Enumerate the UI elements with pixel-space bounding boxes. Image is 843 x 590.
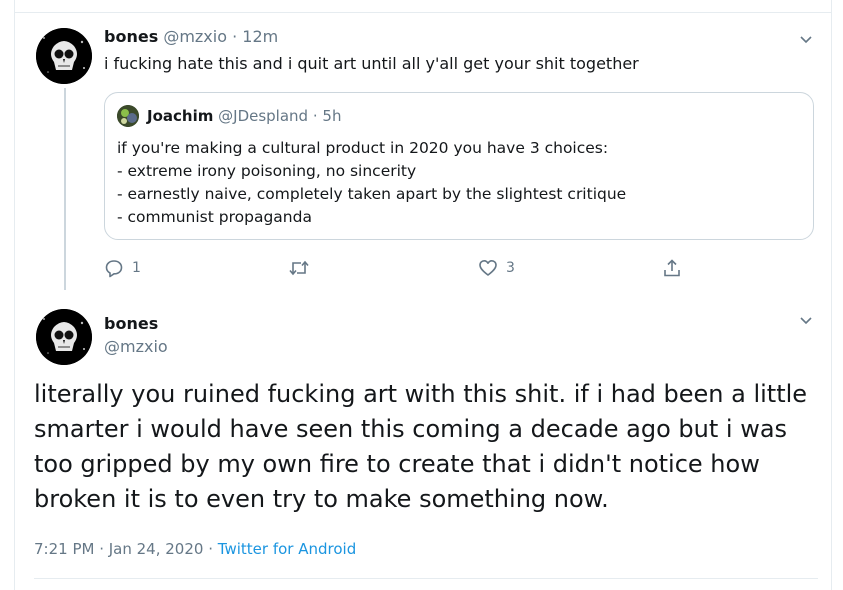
share-icon — [664, 259, 680, 277]
quoted-line: if you're making a cultural product in 2… — [117, 139, 609, 157]
quoted-line: - communist propaganda — [117, 208, 312, 226]
quoted-line: - extreme irony poisoning, no sincerity — [117, 162, 417, 180]
author-handle[interactable]: @mzxio — [104, 337, 168, 356]
separator: · — [232, 27, 238, 46]
author-name[interactable]: bones — [104, 314, 158, 333]
tweet-header: bones @mzxio · 12m — [104, 27, 278, 46]
skull-avatar-icon[interactable] — [36, 28, 92, 84]
chevron-down-icon[interactable] — [799, 32, 813, 46]
retweet-button[interactable] — [288, 258, 318, 278]
tweet-line: too gripped by my own fire to create tha… — [34, 450, 760, 478]
tweet-text: i fucking hate this and i quit art until… — [104, 54, 639, 73]
tweet-line: smarter i would have seen this coming a … — [34, 415, 788, 443]
retweet-icon — [289, 260, 309, 276]
heart-icon — [479, 260, 497, 276]
chevron-down-icon[interactable] — [799, 313, 813, 327]
quoted-author-handle: @JDespland — [218, 107, 309, 125]
like-count: 3 — [506, 260, 515, 276]
quoted-tweet[interactable]: Joachim @JDespland · 5h if you're making… — [104, 92, 814, 240]
like-button[interactable]: 3 — [478, 258, 515, 278]
quoted-line: - earnestly naive, completely taken apar… — [117, 185, 627, 203]
tweet-line: broken it is to even try to make somethi… — [34, 485, 609, 513]
tweet-line: literally you ruined fucking art with th… — [34, 380, 808, 408]
quoted-tweet-header: Joachim @JDespland · 5h — [147, 107, 341, 125]
tweet-source-link[interactable]: Twitter for Android — [218, 540, 356, 558]
share-button[interactable] — [662, 258, 682, 278]
tweet-timestamp[interactable]: 7:21 PM · Jan 24, 2020 — [34, 540, 203, 558]
tweet-actions: 1 3 — [104, 258, 694, 282]
divider — [14, 12, 832, 13]
quoted-author-name: Joachim — [147, 107, 214, 125]
quoted-tweet-text: if you're making a cultural product in 2… — [117, 137, 626, 229]
author-handle[interactable]: @mzxio — [163, 27, 227, 46]
skull-avatar-icon[interactable] — [36, 309, 92, 365]
reply-count: 1 — [132, 260, 141, 276]
quoted-tweet-time: 5h — [322, 107, 342, 125]
reply-button[interactable]: 1 — [104, 258, 141, 278]
tweet-metadata: 7:21 PM · Jan 24, 2020 · Twitter for And… — [34, 540, 356, 558]
tweet-time[interactable]: 12m — [242, 27, 278, 46]
thread-connector-line — [64, 88, 66, 290]
profile-avatar-icon — [117, 105, 139, 127]
tweet-text: literally you ruined fucking art with th… — [34, 377, 824, 517]
author-name[interactable]: bones — [104, 27, 158, 46]
separator: · — [312, 107, 318, 125]
divider — [34, 578, 818, 579]
separator: · — [208, 540, 213, 558]
reply-icon — [105, 260, 123, 278]
